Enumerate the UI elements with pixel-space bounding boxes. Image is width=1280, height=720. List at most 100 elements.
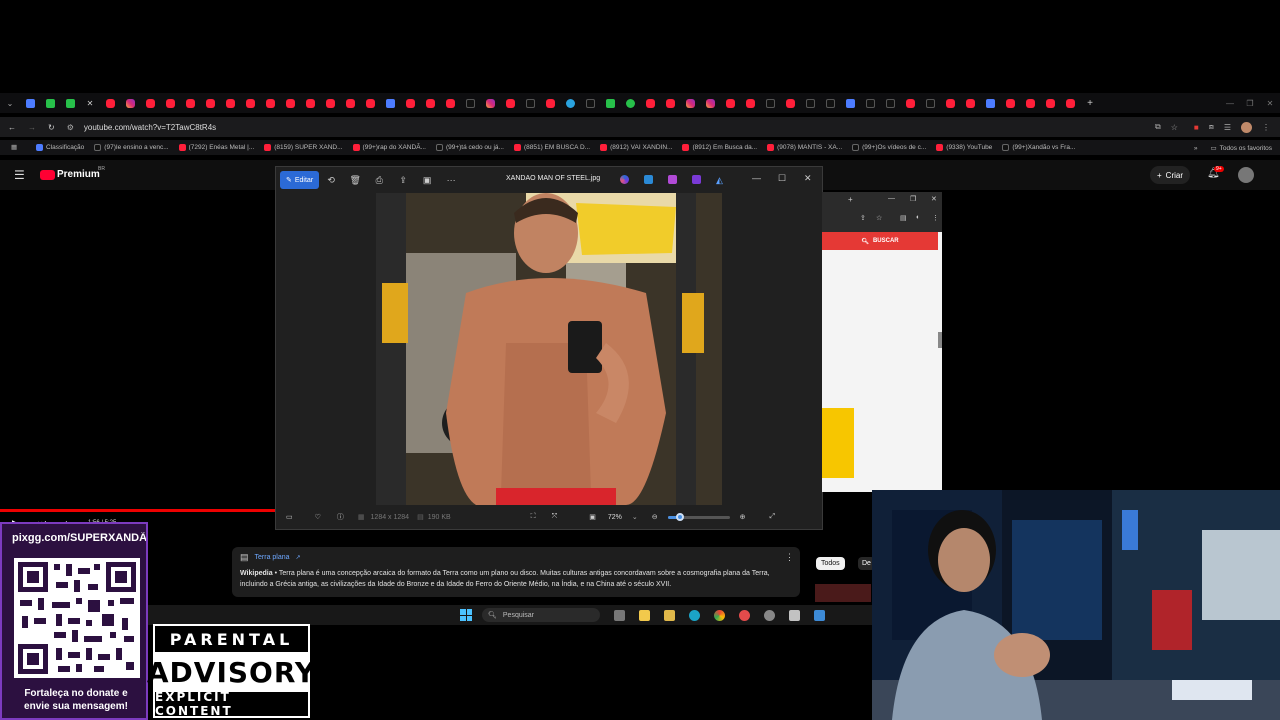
video-thumbnail[interactable] [815,584,871,602]
apps-icon[interactable]: ▦ [11,143,17,151]
tab[interactable] [760,93,780,113]
tab[interactable] [660,93,680,113]
menu-icon[interactable]: ☰ [1224,123,1231,132]
tab[interactable] [140,93,160,113]
youtube-logo-icon[interactable] [40,170,55,180]
bookmark[interactable]: (8912) Em Busca da... [682,144,757,151]
bookmark[interactable]: (99+)tá cedo ou já... [435,144,504,151]
bookmark[interactable]: (8912) VAI XANDIN... [600,144,672,151]
forward-icon[interactable]: → [28,123,36,132]
tab[interactable] [500,93,520,113]
search-button[interactable]: 🔍︎ BUSCAR [822,232,938,250]
tab[interactable] [540,93,560,113]
youtube-logo-text[interactable]: Premium [57,169,100,180]
tab[interactable] [360,93,380,113]
tab[interactable] [860,93,880,113]
tab[interactable] [640,93,660,113]
maximize-icon[interactable]: ☐ [778,173,786,184]
tab[interactable] [740,93,760,113]
tab[interactable] [180,93,200,113]
tab[interactable] [380,93,400,113]
windows-start-icon[interactable] [460,609,472,621]
tab[interactable] [100,93,120,113]
rotate-icon[interactable]: ⟲ [319,175,343,186]
file-explorer-icon[interactable] [639,609,650,621]
tab[interactable] [60,93,80,113]
tab[interactable] [960,93,980,113]
tab[interactable] [600,93,620,113]
close-tab-icon[interactable]: ✕ [80,93,100,113]
minimize-icon[interactable]: — [888,195,895,202]
zoom-out-icon[interactable]: ⊖ [652,513,658,521]
url-field[interactable]: youtube.com/watch?v=T2TawC8tR4s [84,123,216,132]
bookmark[interactable]: (9078) MANTIS - XA... [767,144,842,151]
bookmark[interactable]: (8159) SUPER XAND... [264,144,343,151]
extension-icon[interactable]: ■ [1194,123,1199,132]
tab[interactable] [1060,93,1080,113]
fullscreen-icon[interactable]: ⤢ [769,513,775,521]
clipchamp-icon[interactable] [692,175,701,184]
more-icon[interactable]: ⋮ [932,214,939,222]
minimize-icon[interactable]: — [1220,93,1240,113]
bookmark[interactable]: (99+)Xandão vs Fra... [1002,144,1075,151]
close-window-icon[interactable]: ✕ [1260,93,1280,113]
bookmark[interactable]: (8851) EM BUSCA D... [513,144,590,151]
video-progress-bar[interactable] [0,509,275,512]
new-tab-icon[interactable]: + [1080,93,1100,113]
tab[interactable] [980,93,1000,113]
reload-icon[interactable]: ↻ [48,123,55,132]
app-icon[interactable] [739,609,750,621]
tab[interactable] [120,93,140,113]
tab[interactable] [560,93,580,113]
tab[interactable] [680,93,700,113]
tab[interactable] [420,93,440,113]
tab[interactable] [880,93,900,113]
tab[interactable] [1020,93,1040,113]
bookmark[interactable]: (97)Ie ensino a venc... [94,144,169,151]
tab[interactable] [920,93,940,113]
tab[interactable] [240,93,260,113]
bookmark[interactable]: Classificação [36,144,84,151]
tab[interactable] [300,93,320,113]
tab[interactable] [460,93,480,113]
tab[interactable] [440,93,460,113]
tab[interactable] [260,93,280,113]
designer-icon[interactable] [668,175,677,184]
tab[interactable] [160,93,180,113]
bookmark[interactable]: (99+)Os vídeos de c... [852,144,926,151]
share-icon[interactable]: ⇪ [860,214,866,222]
back-icon[interactable]: ← [8,123,16,132]
tab[interactable] [1040,93,1060,113]
close-icon[interactable]: ✕ [931,195,937,203]
edit-button[interactable]: ✎ Editar [280,171,320,189]
tab[interactable] [720,93,740,113]
tab[interactable] [580,93,600,113]
delete-icon[interactable]: 🗑︎ [343,175,367,186]
task-view-icon[interactable] [614,609,625,621]
bookmark-star-icon[interactable]: ☆ [876,214,882,222]
new-tab-icon[interactable]: + [848,195,853,204]
close-icon[interactable]: ✕ [804,173,812,184]
more-icon[interactable]: ⋮ [1262,123,1270,132]
actual-size-icon[interactable]: ▣ [589,513,596,521]
store-icon[interactable] [664,609,675,621]
bookmark-star-icon[interactable]: ☆ [1171,123,1178,132]
chrome-icon[interactable] [714,609,725,621]
zoom-dropdown-icon[interactable]: ⌄ [632,513,638,521]
filmstrip-icon[interactable]: ▭ [286,513,293,521]
tab[interactable] [280,93,300,113]
bookmark[interactable]: (7292) Enéas Metal |... [178,144,254,151]
tab[interactable] [340,93,360,113]
install-icon[interactable]: ⧉ [1155,122,1161,132]
tab[interactable] [620,93,640,113]
tab-list-button[interactable]: ⌄ [0,93,20,113]
tab[interactable] [780,93,800,113]
copilot-icon[interactable] [620,175,629,184]
bookmark[interactable]: (99+)rap do XANDÃ... [352,144,426,151]
minimize-icon[interactable]: — [752,173,761,183]
zoom-level[interactable]: 72% [608,514,622,521]
info-icon[interactable]: ⓘ [337,512,344,522]
scrollbar[interactable] [938,332,942,348]
avatar[interactable] [1238,167,1254,183]
photos-edit-icon[interactable] [644,175,653,184]
